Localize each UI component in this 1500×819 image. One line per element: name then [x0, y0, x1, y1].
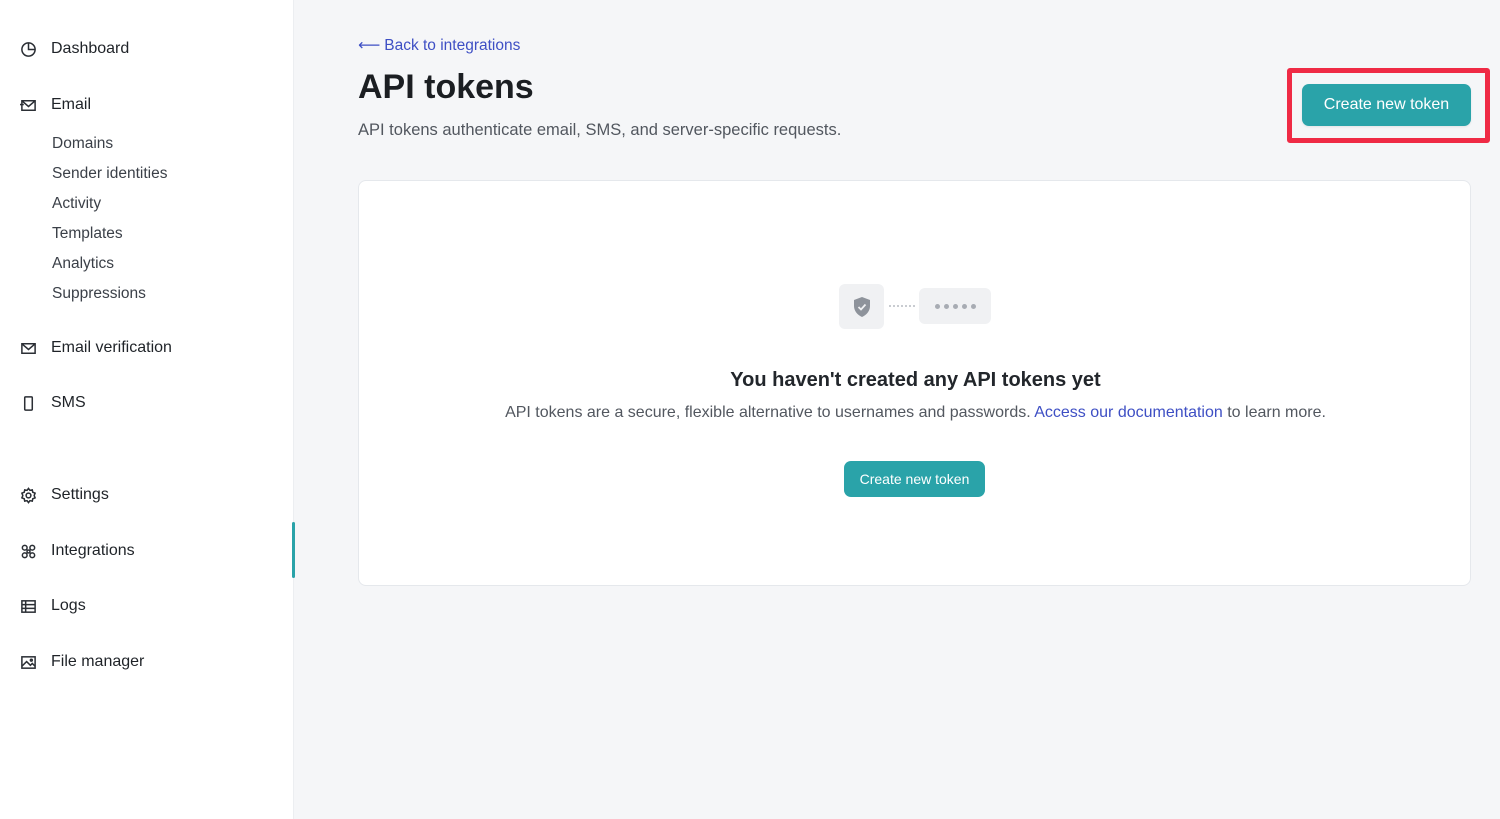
shield-check-icon — [853, 296, 870, 317]
sidebar-subitem-suppressions[interactable]: Suppressions — [52, 285, 146, 303]
empty-desc-before: API tokens are a secure, flexible altern… — [505, 404, 1035, 421]
sidebar-item-label: Integrations — [51, 542, 135, 559]
empty-desc-after: to learn more. — [1222, 404, 1326, 421]
sidebar-item-settings[interactable]: Settings — [20, 483, 109, 507]
empty-state-description: API tokens are a secure, flexible altern… — [359, 404, 1472, 422]
sidebar-subitem-domains[interactable]: Domains — [52, 135, 113, 153]
page-title: API tokens — [358, 68, 534, 106]
create-new-token-button[interactable]: Create new token — [1302, 84, 1471, 126]
sidebar-item-label: File manager — [51, 653, 145, 670]
back-arrow-icon: ⟵ — [358, 37, 381, 54]
command-icon — [20, 543, 37, 560]
empty-state-card: You haven't created any API tokens yet A… — [358, 180, 1471, 586]
back-to-integrations-link[interactable]: ⟵ Back to integrations — [358, 36, 520, 55]
sidebar-item-email-verification[interactable]: Email verification — [20, 336, 172, 360]
active-indicator — [292, 522, 295, 578]
sidebar-item-label: Logs — [51, 597, 86, 614]
back-link-label: Back to integrations — [384, 36, 521, 54]
sidebar-item-sms[interactable]: SMS — [20, 391, 86, 415]
mail-check-icon — [20, 340, 37, 357]
sidebar-item-file-manager[interactable]: File manager — [20, 650, 144, 674]
sidebar-item-logs[interactable]: Logs — [20, 594, 86, 618]
sidebar-subitem-analytics[interactable]: Analytics — [52, 255, 114, 273]
sidebar-item-label: SMS — [51, 394, 86, 411]
sidebar-item-integrations[interactable]: Integrations — [20, 539, 135, 563]
sidebar-subitem-activity[interactable]: Activity — [52, 195, 101, 213]
empty-state-title: You haven't created any API tokens yet — [730, 369, 1101, 391]
sidebar-subitem-templates[interactable]: Templates — [52, 225, 123, 243]
sidebar-item-email[interactable]: Email — [20, 93, 91, 117]
create-new-token-empty-button[interactable]: Create new token — [844, 461, 985, 497]
sidebar-item-label: Email — [51, 96, 92, 113]
sidebar-item-label: Settings — [51, 486, 109, 503]
image-icon — [20, 654, 37, 671]
mail-send-icon — [20, 97, 37, 114]
page-subtitle: API tokens authenticate email, SMS, and … — [358, 121, 842, 139]
gear-icon — [20, 486, 37, 504]
sidebar-item-label: Email verification — [51, 339, 172, 356]
shield-tile — [839, 284, 884, 329]
table-icon — [20, 598, 37, 615]
phone-icon — [20, 395, 37, 412]
pie-chart-icon — [20, 41, 37, 58]
sidebar-subitem-sender-identities[interactable]: Sender identities — [52, 165, 167, 183]
sidebar-item-dashboard[interactable]: Dashboard — [20, 37, 129, 61]
sidebar: Dashboard Email Domains Sender identitie… — [0, 0, 295, 819]
documentation-link[interactable]: Access our documentation — [1034, 404, 1223, 421]
connector-line — [889, 305, 915, 307]
token-dots-icon — [919, 288, 991, 324]
sidebar-item-label: Dashboard — [51, 40, 130, 57]
